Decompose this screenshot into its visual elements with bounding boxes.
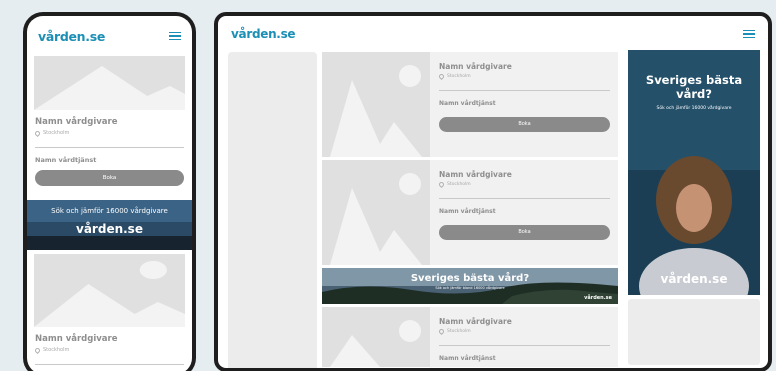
book-button[interactable]: Boka [439, 117, 610, 132]
provider-location: Stockholm [33, 129, 184, 137]
image-placeholder-icon [322, 160, 430, 265]
provider-name: Namn vårdgivare [439, 62, 512, 71]
sidebar-ad-subtitle: Sök och jämför 16000 vårdgivare [656, 106, 732, 111]
provider-name: Namn vårdgivare [439, 170, 512, 179]
provider-name: Namn vårdgivare [439, 317, 512, 326]
tablet-logo[interactable]: vården.se [231, 27, 296, 41]
phone-header: vården.se [27, 16, 192, 56]
location-pin-icon [437, 72, 446, 81]
divider [35, 147, 184, 148]
provider-location: Stockholm [437, 327, 610, 336]
tablet-banner-title: Sveriges bästa vård? [410, 273, 530, 284]
right-sidebar: Sveriges bästa vård? Sök och jämför 1600… [628, 50, 760, 365]
provider-card: Namn vårdgivare Stockholm Namn vårdtjäns… [322, 307, 618, 367]
divider [35, 364, 184, 365]
tablet-banner-subtitle: Sök och jämför bland 16000 vårdgivare [435, 286, 505, 290]
divider [439, 90, 610, 91]
provider-location: Stockholm [437, 180, 610, 189]
service-name: Namn vårdtjänst [439, 208, 496, 215]
provider-name: Namn vårdgivare [35, 334, 118, 344]
phone-banner-text: Sök och jämför 16000 vårdgivare [51, 207, 168, 215]
tablet-mockup: vården.se Namn vårdgivare Stockholm Namn… [214, 12, 772, 371]
image-placeholder-icon [34, 56, 185, 110]
hamburger-menu-icon[interactable] [743, 29, 755, 39]
phone-logo[interactable]: vården.se [38, 29, 105, 44]
book-button[interactable]: Boka [35, 170, 184, 186]
sidebar-ad-title: Sveriges bästa vård? [645, 73, 743, 101]
provider-card: Namn vårdgivare Stockholm Namn vårdtjäns… [322, 160, 618, 265]
provider-name: Namn vårdgivare [35, 117, 118, 127]
provider-card: Namn vårdgivare Stockholm Namn vårdtjäns… [27, 56, 192, 186]
location-pin-icon [437, 327, 446, 336]
tablet-header: vården.se [218, 16, 768, 52]
location-pin-icon [437, 180, 446, 189]
hamburger-menu-icon[interactable] [169, 31, 181, 41]
phone-banner-logo: vården.se [76, 222, 143, 236]
image-placeholder-icon [34, 254, 185, 327]
left-ad-placeholder [228, 52, 317, 368]
book-button[interactable]: Boka [439, 225, 610, 240]
sidebar-ad-placeholder [628, 299, 760, 365]
provider-location: Stockholm [437, 72, 610, 81]
provider-card: Namn vårdgivare Stockholm Namn vårdtjäns… [322, 52, 618, 157]
image-placeholder-icon [322, 52, 430, 157]
image-placeholder-icon [322, 307, 430, 367]
service-name: Namn vårdtjänst [439, 100, 496, 107]
service-name: Namn vårdtjänst [35, 156, 97, 164]
divider [439, 198, 610, 199]
results-list: Namn vårdgivare Stockholm Namn vårdtjäns… [322, 52, 618, 368]
phone-screen: vården.se Namn vårdgivare Stockholm Namn… [27, 16, 192, 371]
tablet-screen: vården.se Namn vårdgivare Stockholm Namn… [218, 16, 768, 368]
provider-location: Stockholm [33, 346, 184, 354]
sidebar-ad[interactable]: Sveriges bästa vård? Sök och jämför 1600… [628, 50, 760, 295]
location-pin-icon [33, 129, 42, 137]
tablet-banner-logo: vården.se [584, 295, 612, 301]
divider [439, 345, 610, 346]
service-name: Namn vårdtjänst [439, 355, 496, 362]
sidebar-ad-logo: vården.se [660, 272, 728, 286]
tablet-banner-ad[interactable]: Sveriges bästa vård? Sök och jämför blan… [322, 268, 618, 304]
phone-banner-ad[interactable]: Sök och jämför 16000 vårdgivare vården.s… [27, 200, 192, 250]
location-pin-icon [33, 346, 42, 354]
provider-card: Namn vårdgivare Stockholm [27, 254, 192, 365]
phone-mockup: vården.se Namn vårdgivare Stockholm Namn… [23, 12, 196, 371]
